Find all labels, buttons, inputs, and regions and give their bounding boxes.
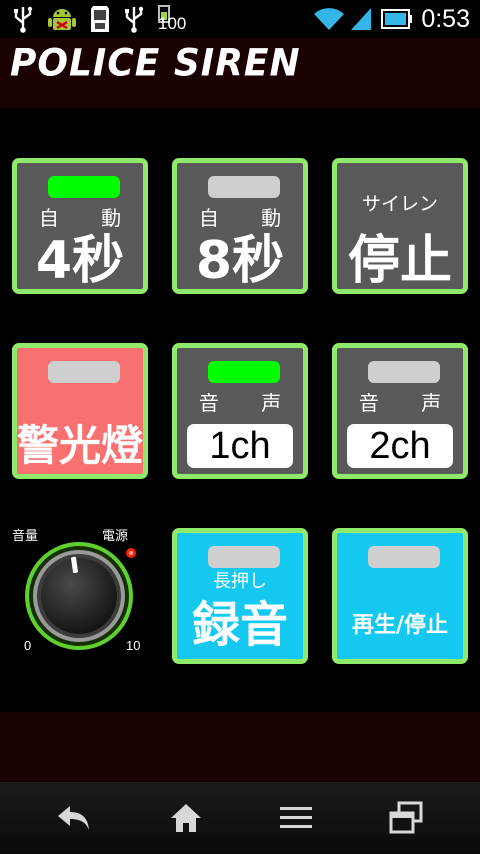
status-bar: 100 0:53 <box>0 0 480 38</box>
wifi-icon <box>312 4 346 34</box>
button-main-label: 8秒 <box>195 231 285 291</box>
navigation-bar <box>0 782 480 854</box>
indicator-led <box>48 176 120 198</box>
signal-icon <box>348 4 374 34</box>
app-title: POLICE SIREN <box>10 42 301 86</box>
bottom-banner-area <box>0 712 480 782</box>
siren-stop-button[interactable]: サイレン 停止 <box>332 158 468 294</box>
indicator-led <box>208 361 280 383</box>
usb-icon <box>120 4 148 34</box>
battery-charging-icon: 100 <box>156 4 190 34</box>
home-icon[interactable] <box>166 798 206 838</box>
button-main-label: 停止 <box>347 231 452 291</box>
title-bar: POLICE SIREN <box>0 38 480 108</box>
recent-apps-icon[interactable] <box>386 798 426 838</box>
button-top-label: 音 声 <box>358 391 460 415</box>
indicator-led <box>208 176 280 198</box>
volume-max-label: 10 <box>126 638 141 653</box>
app-root: 100 0:53 POLICE SIREN 自 動 4秒 自 動 8秒 サイレン… <box>0 0 480 854</box>
battery-percent: 100 <box>158 14 187 33</box>
battery-icon <box>380 4 414 34</box>
record-button[interactable]: 長押し 録音 <box>172 528 308 664</box>
usb-icon <box>8 4 38 34</box>
indicator-led <box>208 546 280 568</box>
indicator-led <box>368 361 440 383</box>
button-top-label: 長押し <box>213 571 267 592</box>
auto-4sec-button[interactable]: 自 動 4秒 <box>12 158 148 294</box>
button-top-label: 音 声 <box>198 391 300 415</box>
menu-icon[interactable] <box>276 798 316 838</box>
auto-8sec-button[interactable]: 自 動 8秒 <box>172 158 308 294</box>
play-stop-button[interactable]: 再生/停止 <box>332 528 468 664</box>
voice-2ch-button[interactable]: 音 声 2ch <box>332 343 468 479</box>
indicator-led <box>368 546 440 568</box>
button-top-label: 自 動 <box>38 206 140 230</box>
button-main-label: 録音 <box>191 597 288 653</box>
channel-label: 1ch <box>187 424 293 468</box>
button-main-label: 再生/停止 <box>351 613 449 638</box>
button-top-label: 自 動 <box>198 206 300 230</box>
button-top-label: サイレン <box>361 193 438 215</box>
android-debug-icon <box>46 4 78 34</box>
sd-card-icon <box>86 4 114 34</box>
volume-dial[interactable]: 音量 電源 0 10 <box>0 520 160 660</box>
indicator-led <box>48 361 120 383</box>
button-main-label: 警光燈 <box>17 421 144 470</box>
warning-light-button[interactable]: 警光燈 <box>12 343 148 479</box>
clock: 0:53 <box>421 5 470 33</box>
channel-label: 2ch <box>347 424 453 468</box>
button-main-label: 4秒 <box>35 231 125 291</box>
back-icon[interactable] <box>54 798 94 838</box>
volume-min-label: 0 <box>24 638 32 653</box>
voice-1ch-button[interactable]: 音 声 1ch <box>172 343 308 479</box>
